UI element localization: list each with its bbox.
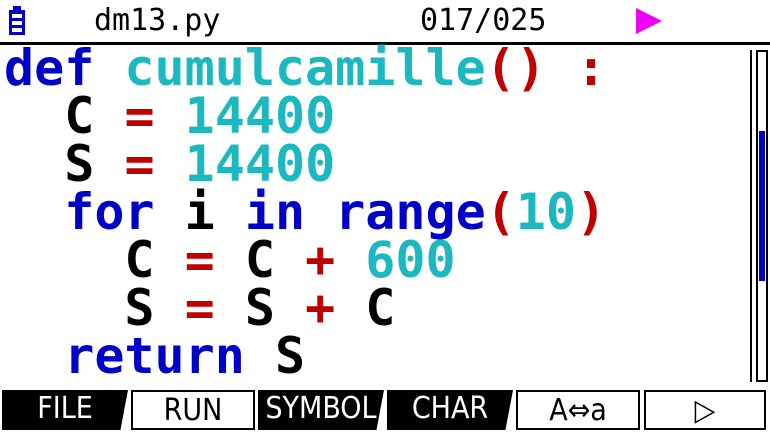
f3-symbol-key[interactable]: SYMBOL xyxy=(258,390,384,430)
f4-char-key[interactable]: CHAR xyxy=(387,390,513,430)
code-line[interactable]: C = 14400 xyxy=(4,91,748,141)
vertical-scrollbar[interactable] xyxy=(756,50,768,382)
code-line[interactable]: def cumulcamille() : xyxy=(4,44,748,93)
code-token: 10 xyxy=(515,183,577,241)
status-bar: dm13.py 017/025 xyxy=(0,0,770,42)
file-name: dm13.py xyxy=(94,3,221,38)
code-token: ) xyxy=(576,183,607,241)
code-token: + xyxy=(305,279,336,337)
f6-more-key[interactable]: ▷ xyxy=(644,390,766,430)
function-key-bar: FILE RUN SYMBOL CHAR A⇔a ▷ xyxy=(0,388,770,434)
line-position: 017/025 xyxy=(420,3,547,38)
f1-file-key[interactable]: FILE xyxy=(2,390,128,430)
f2-run-key[interactable]: RUN xyxy=(131,390,255,430)
code-token: () xyxy=(485,44,546,97)
code-token: S xyxy=(244,327,306,384)
code-line[interactable]: S = 14400 xyxy=(4,139,748,189)
code-line[interactable]: for i in range(10) xyxy=(4,187,748,237)
scrollbar-thumb[interactable] xyxy=(759,131,765,281)
code-token: return xyxy=(64,327,245,384)
battery-icon xyxy=(9,6,25,35)
f5-case-toggle-key[interactable]: A⇔a xyxy=(516,390,640,430)
code-token: ( xyxy=(485,183,516,241)
code-token: : xyxy=(575,44,607,97)
play-triangle-icon xyxy=(636,8,662,34)
code-token: C xyxy=(335,279,396,337)
code-editor[interactable]: def cumulcamille() : C = 14400 S = 14400… xyxy=(4,44,748,384)
scrollbar-divider xyxy=(750,50,752,382)
code-line[interactable]: S = S + C xyxy=(4,283,748,333)
code-line[interactable]: C = C + 600 xyxy=(4,235,748,285)
code-line[interactable]: return S xyxy=(4,331,748,381)
